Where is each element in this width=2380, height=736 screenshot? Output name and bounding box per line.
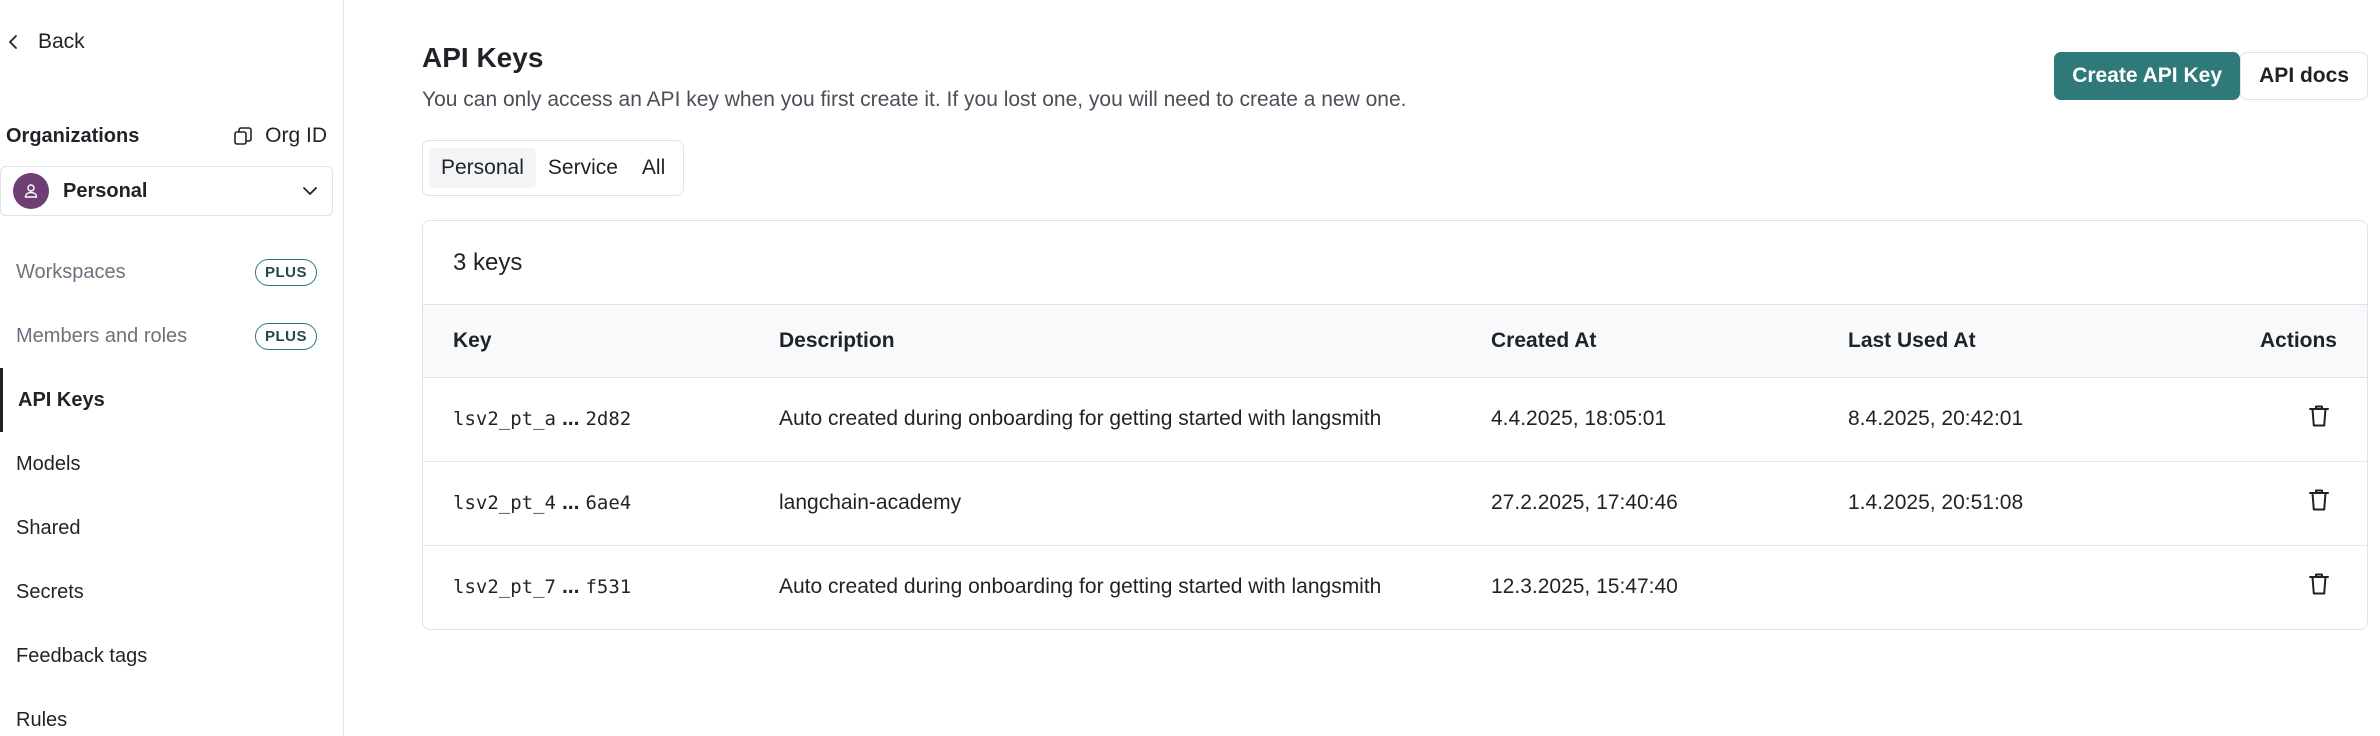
sidebar-item-models[interactable]: Models [0, 432, 333, 496]
back-label: Back [38, 30, 85, 53]
trash-icon[interactable] [2305, 402, 2333, 430]
keys-count: 3 keys [423, 221, 2367, 305]
actions-cell [2148, 461, 2367, 546]
key-cell: lsv2_pt_a... 2d82 [423, 377, 779, 462]
settings-nav: Workspaces PLUS Members and roles PLUS A… [0, 240, 333, 736]
created-at-cell: 12.3.2025, 15:47:40 [1491, 575, 1678, 599]
description-cell: Auto created during onboarding for getti… [779, 377, 1491, 462]
key-cell: lsv2_pt_4... 6ae4 [423, 461, 779, 546]
back-button[interactable]: Back [6, 30, 85, 54]
description-cell: langchain-academy [779, 461, 1491, 546]
sidebar-item-secrets[interactable]: Secrets [0, 560, 333, 624]
copy-icon [234, 127, 252, 145]
key-prefix: lsv2_pt_a [453, 408, 556, 430]
org-title: Organizations [6, 124, 140, 147]
user-icon [24, 184, 38, 198]
page-subtitle: You can only access an API key when you … [422, 88, 1407, 111]
key-ellipsis: ... [561, 407, 580, 430]
sidebar-item-label: Rules [16, 708, 68, 731]
table-row: lsv2_pt_4... 6ae4 langchain-academy 27.2.… [423, 461, 2367, 546]
created-at-cell: 4.4.2025, 18:05:01 [1491, 377, 1848, 462]
api-docs-button[interactable]: API docs [2240, 52, 2368, 100]
sidebar-item-workspaces[interactable]: Workspaces PLUS [0, 240, 333, 304]
org-header: Organizations Org ID [6, 124, 327, 148]
api-keys-table: Key Description Created At Last Used At … [423, 305, 2367, 629]
main-content: API Keys You can only access an API key … [344, 0, 2380, 736]
key-ellipsis: ... [561, 491, 580, 514]
column-header-actions: Actions [2148, 305, 2367, 378]
api-keys-card: 3 keys Key Description Created At Last U… [422, 220, 2368, 630]
key-suffix: 6ae4 [585, 492, 632, 514]
sidebar-item-members-and-roles[interactable]: Members and roles PLUS [0, 304, 333, 368]
sidebar-item-shared[interactable]: Shared [0, 496, 333, 560]
last-used-at-cell: 1.4.2025, 20:51:08 [1848, 461, 2148, 546]
org-id-button[interactable]: Org ID [233, 124, 327, 148]
org-id-label: Org ID [265, 124, 327, 147]
sidebar-item-label: Shared [16, 516, 81, 539]
key-type-tabs: Personal Service All [422, 140, 685, 196]
column-header-description: Description [779, 305, 1491, 378]
org-selector[interactable]: Personal [0, 166, 333, 216]
key-suffix: 2d82 [585, 408, 632, 430]
table-row: lsv2_pt_7... f531 Auto created during onb… [423, 545, 2367, 629]
plus-badge: PLUS [254, 258, 317, 286]
sidebar: Back Organizations Org ID Personal Works… [0, 0, 344, 736]
sidebar-item-feedback-tags[interactable]: Feedback tags [0, 624, 333, 688]
last-used-at-cell: 8.4.2025, 20:42:01 [1848, 377, 2148, 462]
create-api-key-button[interactable]: Create API Key [2054, 52, 2240, 100]
sidebar-item-api-keys[interactable]: API Keys [0, 368, 333, 432]
column-header-last-used-at: Last Used At [1848, 305, 2148, 378]
trash-icon[interactable] [2305, 570, 2333, 598]
sidebar-item-rules[interactable]: Rules [0, 688, 333, 736]
chevron-down-icon [303, 187, 317, 195]
column-header-created-at: Created At [1491, 305, 1848, 378]
org-selected-name: Personal [63, 179, 148, 202]
page-title: API Keys [422, 42, 544, 73]
key-cell: lsv2_pt_7... f531 [423, 545, 779, 629]
description-cell: Auto created during onboarding for getti… [779, 575, 1382, 599]
plus-badge: PLUS [254, 322, 317, 350]
actions-cell [2148, 377, 2367, 462]
tab-personal[interactable]: Personal [429, 148, 536, 188]
actions-cell [2148, 545, 2367, 629]
key-prefix: lsv2_pt_7 [453, 576, 556, 599]
sidebar-item-label: Secrets [16, 580, 84, 603]
chevron-left-icon [9, 35, 17, 49]
sidebar-item-label: Feedback tags [16, 644, 148, 667]
avatar [13, 173, 49, 209]
app: Back Organizations Org ID Personal Works… [0, 0, 2380, 736]
trash-icon[interactable] [2305, 486, 2333, 514]
sidebar-item-label: Models [16, 452, 81, 475]
last-used-at-cell [1848, 545, 2148, 629]
table-header-row: Key Description Created At Last Used At … [423, 305, 2367, 378]
sidebar-item-label: API Keys [18, 388, 105, 411]
tab-service[interactable]: Service [536, 148, 630, 188]
table-row: lsv2_pt_a... 2d82 Auto created during onb… [423, 377, 2367, 462]
sidebar-item-label: Members and roles [16, 324, 188, 347]
sidebar-item-label: Workspaces [16, 260, 126, 283]
key-suffix: f531 [585, 576, 632, 599]
key-prefix: lsv2_pt_4 [453, 492, 556, 514]
column-header-key: Key [423, 305, 779, 378]
key-ellipsis: ... [561, 575, 580, 599]
tab-all[interactable]: All [630, 148, 677, 188]
created-at-cell: 27.2.2025, 17:40:46 [1491, 461, 1848, 546]
